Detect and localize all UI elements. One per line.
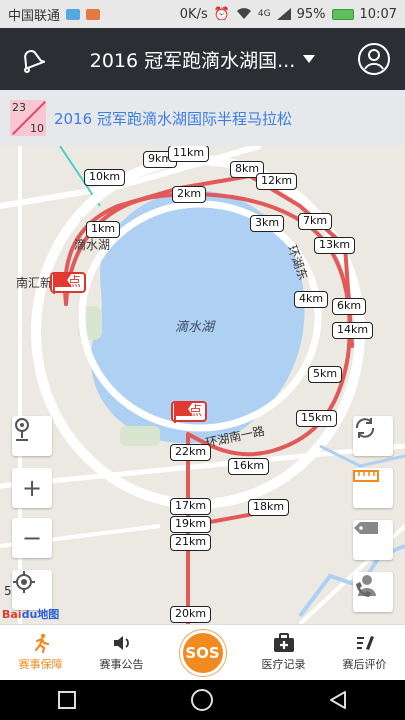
km-marker[interactable]: 4km bbox=[294, 291, 329, 308]
cell-signal-icon bbox=[276, 8, 291, 20]
event-date-badge: 23 10 bbox=[10, 100, 46, 136]
tab-sos[interactable]: SOS bbox=[162, 625, 243, 680]
place-label: 滴水湖 bbox=[74, 238, 111, 252]
date-day: 23 bbox=[12, 101, 26, 114]
start-marker[interactable]: 起点 bbox=[50, 272, 87, 294]
pin-icon[interactable] bbox=[12, 416, 52, 456]
km-marker[interactable]: 11km bbox=[168, 146, 210, 162]
km-marker[interactable]: 6km bbox=[332, 298, 367, 315]
battery-percent: 95% bbox=[296, 6, 326, 22]
clock: 10:07 bbox=[359, 6, 397, 22]
signal-type: 4G bbox=[257, 9, 271, 19]
km-marker[interactable]: 16km bbox=[228, 458, 270, 475]
header-title: 2016 冠军跑滴水湖国... bbox=[89, 49, 296, 72]
tab-post-race-review[interactable]: 赛后评价 bbox=[324, 625, 405, 680]
status-bar: 中国联通 0K/s ⏰ 4G 95% 10:07 bbox=[0, 0, 405, 28]
km-marker[interactable]: 7km bbox=[298, 213, 333, 230]
home-icon[interactable] bbox=[190, 688, 214, 712]
back-icon[interactable] bbox=[328, 690, 348, 710]
date-month: 10 bbox=[30, 122, 44, 135]
tab-race-support[interactable]: 赛事保障 bbox=[0, 625, 81, 680]
refresh-icon[interactable] bbox=[353, 416, 393, 456]
tab-medical-records[interactable]: 医疗记录 bbox=[243, 625, 324, 680]
app-notification-icon bbox=[86, 8, 101, 20]
finish-marker[interactable]: 终点 bbox=[171, 401, 208, 423]
km-marker[interactable]: 15km bbox=[296, 410, 338, 427]
dropdown-arrow-icon bbox=[303, 55, 316, 63]
network-speed: 0K/s bbox=[179, 6, 208, 22]
zoom-level: 5 bbox=[4, 584, 12, 598]
speaker-icon bbox=[111, 633, 133, 653]
km-marker[interactable]: 18km bbox=[248, 499, 290, 516]
event-selector[interactable]: 2016 冠军跑滴水湖国... bbox=[50, 46, 355, 73]
km-marker[interactable]: 12km bbox=[256, 173, 298, 190]
user-icon[interactable] bbox=[355, 40, 393, 78]
km-marker[interactable]: 20km bbox=[170, 606, 212, 623]
message-icon bbox=[66, 8, 81, 20]
baidu-logo: Baidu地图 bbox=[2, 608, 60, 621]
alarm-icon: ⏰ bbox=[213, 6, 230, 22]
km-marker[interactable]: 10km bbox=[84, 169, 126, 186]
recent-apps-icon[interactable] bbox=[57, 690, 77, 710]
phone-contact-icon[interactable] bbox=[353, 572, 393, 612]
km-marker[interactable]: 3km bbox=[250, 215, 285, 232]
km-marker[interactable]: 2km bbox=[172, 186, 207, 203]
bell-icon[interactable] bbox=[12, 40, 50, 78]
edit-icon bbox=[354, 633, 376, 653]
event-title: 2016 冠军跑滴水湖国际半程马拉松 bbox=[54, 109, 292, 128]
crosshair-icon[interactable] bbox=[12, 570, 52, 610]
finish-flag-icon bbox=[174, 402, 193, 423]
tab-label: 赛事公告 bbox=[99, 658, 144, 671]
medkit-icon bbox=[273, 633, 295, 653]
ruler-icon[interactable] bbox=[353, 468, 393, 508]
app-header: 2016 冠军跑滴水湖国... bbox=[0, 28, 405, 90]
wifi-icon bbox=[236, 8, 251, 19]
tab-label: 赛后评价 bbox=[342, 658, 387, 671]
km-marker[interactable]: 14km bbox=[332, 322, 374, 339]
sos-icon: SOS bbox=[179, 629, 226, 676]
zoom-in-label: + bbox=[21, 474, 43, 502]
system-nav-bar bbox=[0, 680, 405, 720]
bottom-nav: 赛事保障 赛事公告 SOS 医疗记录 赛后评价 bbox=[0, 624, 405, 680]
km-marker[interactable]: 21km bbox=[170, 534, 212, 551]
km-marker[interactable]: 13km bbox=[314, 237, 356, 254]
km-marker[interactable]: 1km bbox=[86, 221, 121, 238]
zoom-out-button[interactable]: − bbox=[12, 518, 52, 558]
zoom-out-label: − bbox=[21, 524, 43, 552]
battery-icon bbox=[331, 8, 354, 20]
tab-label: 赛事保障 bbox=[18, 658, 63, 671]
lake-name: 滴水湖 bbox=[175, 320, 215, 335]
km-marker[interactable]: 22km bbox=[170, 444, 212, 461]
tag-icon[interactable] bbox=[353, 520, 393, 560]
km-marker[interactable]: 5km bbox=[308, 366, 343, 383]
tab-announcements[interactable]: 赛事公告 bbox=[81, 625, 162, 680]
tab-label: 医疗记录 bbox=[261, 658, 306, 671]
km-marker[interactable]: 17km bbox=[170, 498, 212, 515]
carrier-label: 中国联通 bbox=[8, 8, 61, 24]
runner-icon bbox=[30, 633, 52, 653]
district-label: 南汇新 bbox=[16, 276, 53, 290]
zoom-in-button[interactable]: + bbox=[12, 468, 52, 508]
start-flag-icon bbox=[53, 273, 72, 294]
event-banner[interactable]: 23 10 2016 冠军跑滴水湖国际半程马拉松 bbox=[0, 90, 405, 146]
route-map[interactable]: 滴水湖 滴水湖 南汇新 环湖东 环湖南一路 起点 终点 1km 2km 3km … bbox=[0, 146, 405, 624]
map-canvas bbox=[0, 146, 405, 624]
km-marker[interactable]: 19km bbox=[170, 516, 212, 533]
